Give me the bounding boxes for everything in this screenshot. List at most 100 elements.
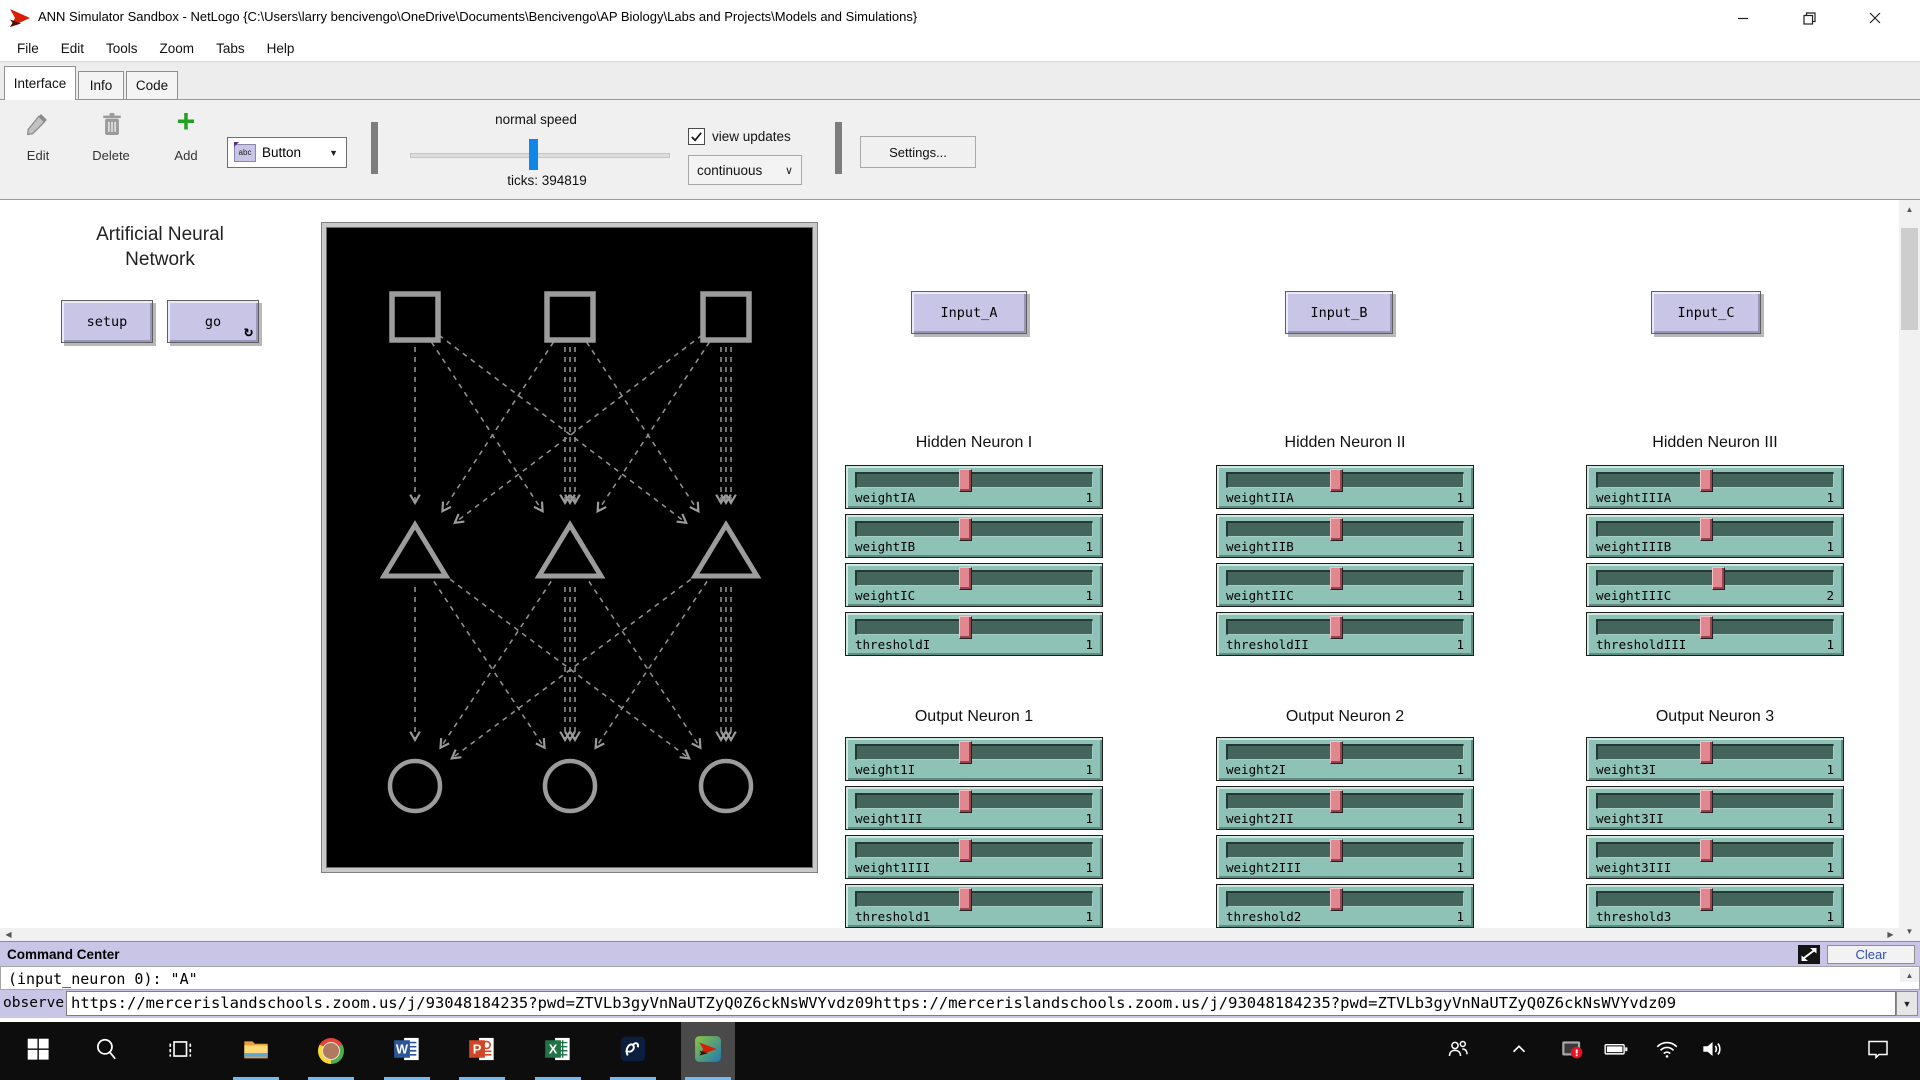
slider-handle[interactable]	[959, 518, 972, 541]
slider-weightIIIB[interactable]: weightIIIB1	[1586, 514, 1844, 558]
slider-handle[interactable]	[1330, 790, 1343, 813]
tab-code[interactable]: Code	[126, 71, 178, 100]
tray-people[interactable]	[1441, 1022, 1475, 1080]
taskbar-task-view[interactable]	[155, 1022, 205, 1080]
world-view[interactable]	[326, 227, 813, 868]
speed-slider-handle[interactable]	[529, 139, 538, 170]
command-center-header[interactable]: Command Center Clear	[0, 941, 1920, 966]
slider-handle[interactable]	[1700, 616, 1713, 639]
command-history-dropdown[interactable]: ▼	[1896, 991, 1918, 1016]
delete-tool-button[interactable]	[97, 110, 129, 140]
slider-handle[interactable]	[1700, 839, 1713, 862]
slider-weightIB[interactable]: weightIB1	[845, 514, 1103, 558]
slider-weight1III[interactable]: weight1III1	[845, 835, 1103, 879]
slider-thresholdIII[interactable]: thresholdIII1	[1586, 612, 1844, 656]
tray-battery[interactable]	[1599, 1022, 1633, 1080]
tab-info[interactable]: Info	[78, 71, 124, 100]
slider-handle[interactable]	[1330, 469, 1343, 492]
command-center-expand-button[interactable]	[1798, 945, 1820, 964]
slider-weightIIC[interactable]: weightIIC1	[1216, 563, 1474, 607]
vertical-scrollbar[interactable]: ▲ ▼	[1899, 200, 1920, 941]
slider-handle[interactable]	[1700, 469, 1713, 492]
update-mode-dropdown[interactable]: continuous ∨	[688, 155, 802, 185]
clear-button[interactable]: Clear	[1827, 945, 1915, 964]
slider-handle[interactable]	[959, 567, 972, 590]
taskbar-powerpoint[interactable]: P	[457, 1022, 507, 1080]
slider-threshold3[interactable]: threshold31	[1586, 884, 1844, 928]
slider-handle[interactable]	[1700, 888, 1713, 911]
menu-zoom[interactable]: Zoom	[149, 41, 206, 56]
slider-handle[interactable]	[1330, 567, 1343, 590]
scroll-down-icon[interactable]: ▼	[1899, 924, 1920, 939]
settings-button[interactable]: Settings...	[860, 136, 976, 168]
taskbar-excel[interactable]: X	[533, 1022, 583, 1080]
slider-handle[interactable]	[1712, 567, 1725, 590]
slider-weightIIB[interactable]: weightIIB1	[1216, 514, 1474, 558]
slider-handle[interactable]	[1330, 518, 1343, 541]
view-updates-checkbox[interactable]	[688, 128, 705, 145]
taskbar-search[interactable]	[81, 1022, 131, 1080]
slider-threshold1[interactable]: threshold11	[845, 884, 1103, 928]
taskbar-acrobat[interactable]	[608, 1022, 658, 1080]
input-c-button[interactable]: Input_C	[1651, 291, 1761, 334]
menu-tabs[interactable]: Tabs	[205, 41, 256, 56]
slider-handle[interactable]	[1700, 518, 1713, 541]
tray-chevron-up[interactable]	[1502, 1022, 1536, 1080]
slider-weightIC[interactable]: weightIC1	[845, 563, 1103, 607]
tray-display-alert[interactable]	[1555, 1022, 1589, 1080]
setup-button[interactable]: setup	[61, 300, 153, 343]
slider-weight2I[interactable]: weight2I1	[1216, 737, 1474, 781]
slider-weightIIIC[interactable]: weightIIIC2	[1586, 563, 1844, 607]
speed-slider-track[interactable]	[410, 153, 670, 158]
input-a-button[interactable]: Input_A	[911, 291, 1027, 334]
slider-handle[interactable]	[1700, 790, 1713, 813]
close-icon[interactable]	[1852, 0, 1898, 36]
slider-handle[interactable]	[1700, 741, 1713, 764]
output-scroll-up-icon[interactable]: ▲	[1900, 968, 1919, 982]
slider-weight3II[interactable]: weight3II1	[1586, 786, 1844, 830]
slider-weightIIIA[interactable]: weightIIIA1	[1586, 465, 1844, 509]
tray-wifi[interactable]	[1650, 1022, 1684, 1080]
slider-handle[interactable]	[959, 741, 972, 764]
slider-weight3III[interactable]: weight3III1	[1586, 835, 1844, 879]
slider-handle[interactable]	[959, 790, 972, 813]
menu-file[interactable]: File	[6, 41, 50, 56]
scroll-up-icon[interactable]: ▲	[1899, 202, 1920, 217]
slider-weightIA[interactable]: weightIA1	[845, 465, 1103, 509]
slider-handle[interactable]	[1330, 839, 1343, 862]
tray-action-center[interactable]	[1860, 1022, 1896, 1080]
menu-edit[interactable]: Edit	[50, 41, 95, 56]
go-button[interactable]: go ↻	[167, 300, 259, 343]
slider-handle[interactable]	[959, 616, 972, 639]
taskbar-file-explorer[interactable]	[231, 1022, 281, 1080]
slider-weight2II[interactable]: weight2II1	[1216, 786, 1474, 830]
horizontal-scrollbar[interactable]: ◀ ▶	[0, 928, 1899, 941]
vertical-scrollbar-thumb[interactable]	[1901, 228, 1918, 330]
slider-weight1II[interactable]: weight1II1	[845, 786, 1103, 830]
add-widget-button[interactable]: +	[170, 104, 202, 138]
slider-weight3I[interactable]: weight3I1	[1586, 737, 1844, 781]
scroll-right-icon[interactable]: ▶	[1882, 928, 1899, 941]
widget-type-dropdown[interactable]: abc Button ▼	[227, 137, 347, 168]
slider-weightIIA[interactable]: weightIIA1	[1216, 465, 1474, 509]
taskbar-chrome[interactable]	[306, 1022, 356, 1080]
menu-help[interactable]: Help	[256, 41, 306, 56]
slider-handle[interactable]	[1330, 741, 1343, 764]
taskbar-netlogo[interactable]	[681, 1022, 735, 1080]
input-b-button[interactable]: Input_B	[1285, 291, 1393, 334]
tray-volume[interactable]	[1695, 1022, 1729, 1080]
command-input[interactable]: https://mercerislandschools.zoom.us/j/93…	[66, 991, 1896, 1016]
taskbar-word[interactable]: W	[382, 1022, 432, 1080]
taskbar-start[interactable]	[13, 1022, 63, 1080]
slider-handle[interactable]	[1330, 616, 1343, 639]
menu-tools[interactable]: Tools	[95, 41, 149, 56]
slider-handle[interactable]	[959, 839, 972, 862]
slider-handle[interactable]	[959, 469, 972, 492]
slider-threshold2[interactable]: threshold21	[1216, 884, 1474, 928]
slider-thresholdII[interactable]: thresholdII1	[1216, 612, 1474, 656]
scroll-left-icon[interactable]: ◀	[0, 928, 17, 941]
tab-interface[interactable]: Interface	[4, 66, 76, 100]
slider-thresholdI[interactable]: thresholdI1	[845, 612, 1103, 656]
slider-handle[interactable]	[1330, 888, 1343, 911]
restore-button[interactable]	[1786, 0, 1832, 36]
